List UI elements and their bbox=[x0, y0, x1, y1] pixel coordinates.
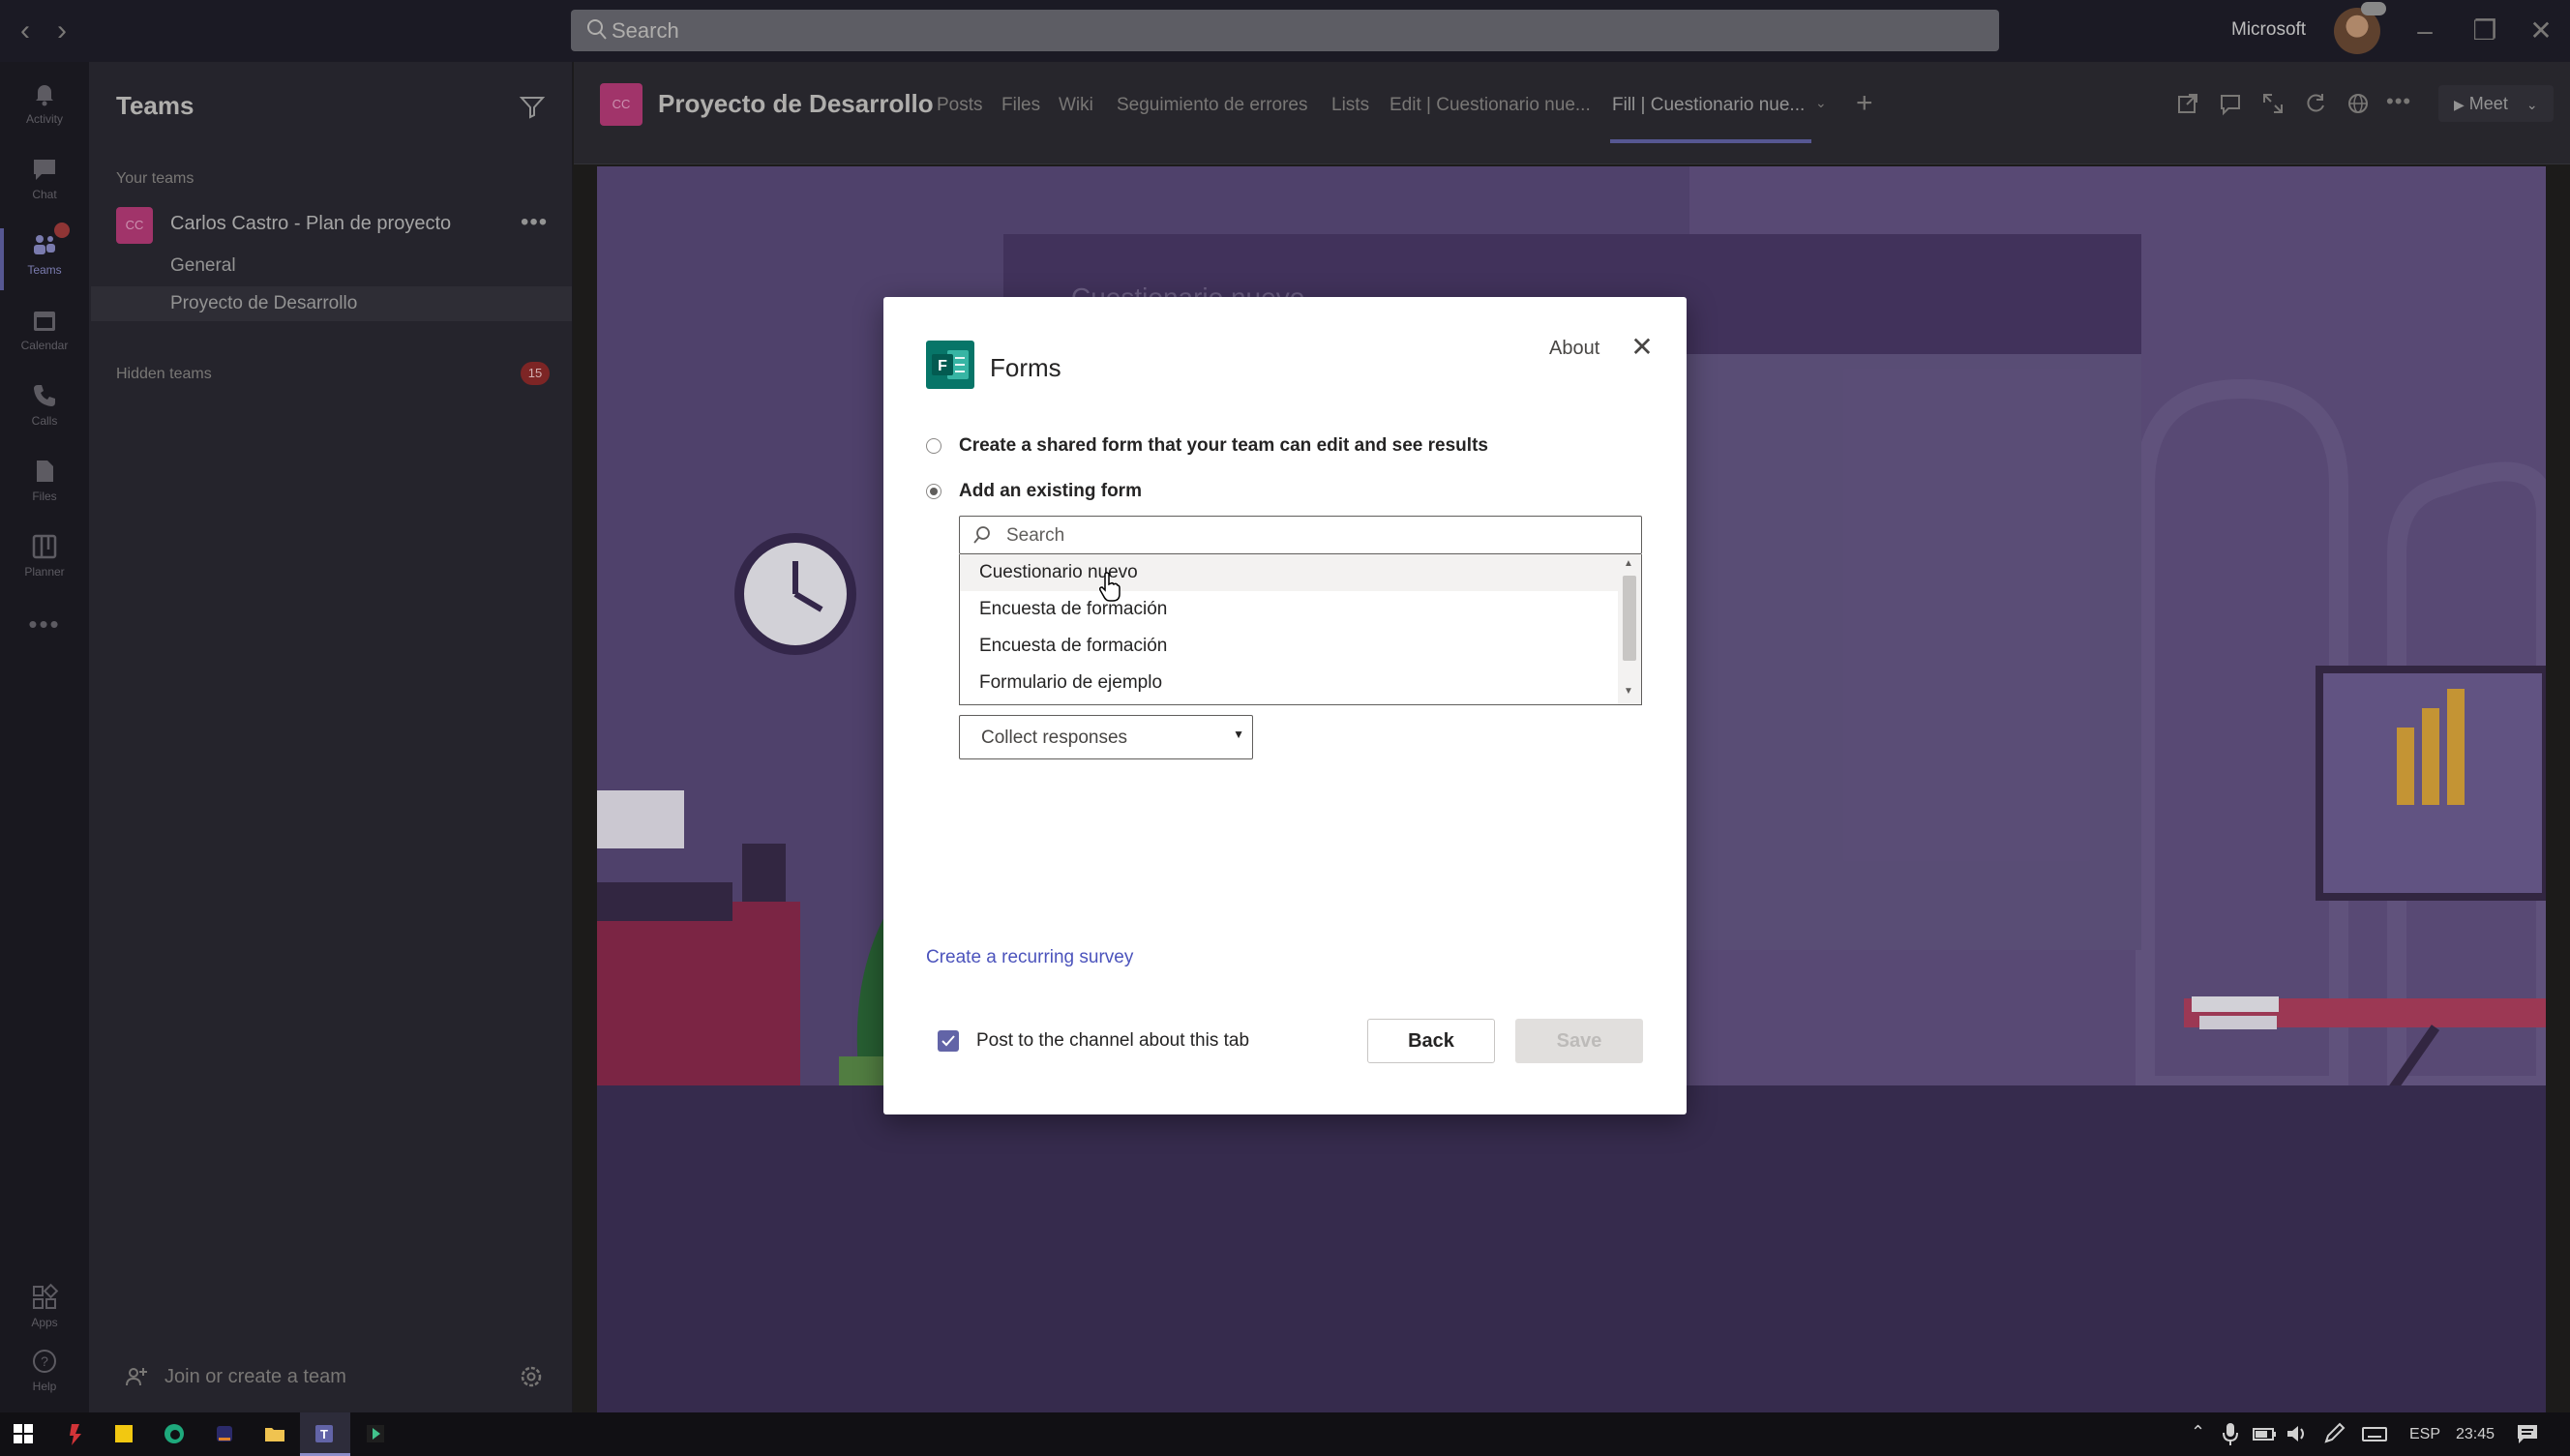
app-red-icon[interactable] bbox=[62, 1420, 89, 1447]
caret-down-icon: ▼ bbox=[1233, 728, 1244, 741]
radio-add-existing-form[interactable] bbox=[926, 484, 941, 499]
clock-time[interactable]: 23:45 bbox=[2456, 1426, 2495, 1443]
scroll-down-icon[interactable]: ▼ bbox=[1624, 686, 1633, 697]
select-value: Collect responses bbox=[981, 728, 1128, 748]
language-indicator[interactable]: ESP bbox=[2409, 1426, 2440, 1443]
app-dark-icon[interactable] bbox=[211, 1420, 238, 1447]
list-item[interactable]: Cuestionario nuevo bbox=[960, 554, 1618, 591]
form-search-field[interactable] bbox=[959, 516, 1642, 554]
edge-icon[interactable] bbox=[161, 1420, 188, 1447]
tray-expand-icon[interactable]: ⌃ bbox=[2191, 1422, 2205, 1442]
microphone-icon[interactable] bbox=[2220, 1420, 2241, 1447]
dialog-title: Forms bbox=[990, 353, 1061, 382]
windows-start-icon[interactable] bbox=[10, 1420, 37, 1447]
radio-label-add-existing-form[interactable]: Add an existing form bbox=[959, 481, 1142, 502]
notification-center-icon[interactable] bbox=[2514, 1420, 2541, 1447]
search-icon bbox=[973, 526, 990, 544]
list-scrollbar[interactable]: ▲ ▼ bbox=[1618, 554, 1641, 704]
post-to-channel-label: Post to the channel about this tab bbox=[976, 1030, 1250, 1051]
file-explorer-icon[interactable] bbox=[261, 1420, 288, 1447]
post-to-channel-checkbox[interactable] bbox=[938, 1030, 959, 1052]
form-search-input[interactable] bbox=[1006, 522, 1626, 550]
response-mode-select[interactable]: Collect responses ▼ bbox=[959, 715, 1253, 759]
hand-cursor-icon bbox=[1099, 572, 1121, 602]
scroll-up-icon[interactable]: ▲ bbox=[1624, 558, 1633, 569]
save-button[interactable]: Save bbox=[1515, 1019, 1643, 1063]
list-item[interactable]: Encuesta de formación bbox=[960, 591, 1618, 628]
list-item[interactable]: Formulario de ejemplo bbox=[960, 665, 1618, 701]
keyboard-icon[interactable] bbox=[2361, 1420, 2388, 1447]
create-recurring-survey-link[interactable]: Create a recurring survey bbox=[926, 947, 1133, 968]
radio-label-create-shared-form[interactable]: Create a shared form that your team can … bbox=[959, 435, 1488, 457]
svg-text:F: F bbox=[938, 358, 947, 374]
app-green-icon[interactable] bbox=[362, 1420, 389, 1447]
sticky-notes-icon[interactable] bbox=[110, 1420, 137, 1447]
checkmark-icon bbox=[941, 1035, 955, 1047]
forms-dialog: F Forms About ✕ Create a shared form tha… bbox=[883, 297, 1687, 1114]
existing-forms-list: Cuestionario nuevo Encuesta de formación… bbox=[959, 554, 1642, 705]
volume-icon[interactable] bbox=[2284, 1420, 2311, 1447]
forms-logo-icon: F bbox=[926, 341, 974, 389]
radio-create-shared-form[interactable] bbox=[926, 438, 941, 454]
teams-app-icon[interactable]: T bbox=[312, 1420, 339, 1447]
list-item[interactable]: Encuesta de formación bbox=[960, 628, 1618, 665]
pen-icon[interactable] bbox=[2320, 1420, 2347, 1447]
svg-text:T: T bbox=[320, 1427, 328, 1441]
about-link[interactable]: About bbox=[1549, 338, 1599, 360]
close-dialog-button[interactable]: ✕ bbox=[1627, 332, 1658, 363]
battery-icon[interactable] bbox=[2251, 1420, 2278, 1447]
back-button[interactable]: Back bbox=[1367, 1019, 1495, 1063]
scrollbar-thumb[interactable] bbox=[1623, 576, 1636, 661]
